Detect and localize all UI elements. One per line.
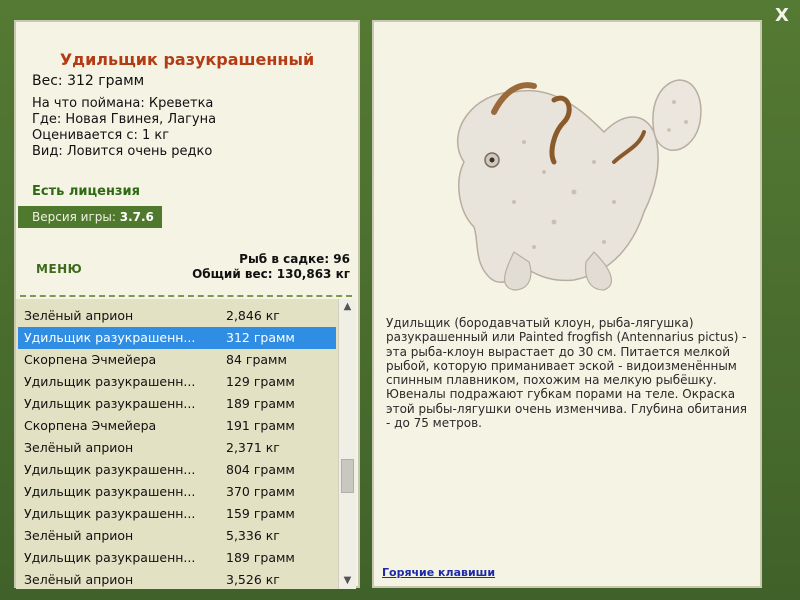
fish-title: Удильщик разукрашенный xyxy=(59,50,315,69)
catch-list-row[interactable]: Удильщик разукрашенн... 189 грамм xyxy=(18,393,336,415)
catch-list-scrollbar[interactable]: ▲ ▼ xyxy=(338,299,356,589)
catch-list-row[interactable]: Зелёный априон 3,526 кг xyxy=(18,569,336,589)
chevron-up-icon[interactable]: ▲ xyxy=(339,299,356,315)
catch-fish-weight: 2,846 кг xyxy=(226,308,280,323)
catch-list-row[interactable]: Скорпена Эчмейера 84 грамм xyxy=(18,349,336,371)
catch-list-row[interactable]: Удильщик разукрашенн... 159 грамм xyxy=(18,503,336,525)
catch-list-row[interactable]: Удильщик разукрашенн... 804 грамм xyxy=(18,459,336,481)
catch-list-row[interactable]: Удильщик разукрашенн... 189 грамм xyxy=(18,547,336,569)
catch-fish-weight: 84 грамм xyxy=(226,352,287,367)
fish-info-panel: Удильщик разукрашенный Вес: 312 грамм На… xyxy=(14,20,360,589)
fish-count: Рыб в садке: 96 xyxy=(239,252,350,266)
catch-list[interactable]: Зелёный априон 2,846 кг Удильщик разукраше… xyxy=(16,299,338,589)
fish-rarity: Вид: Ловится очень редко xyxy=(32,144,213,159)
fish-bait: На что поймана: Креветка xyxy=(32,96,214,111)
catch-fish-weight: 189 грамм xyxy=(226,396,295,411)
hotkeys-link[interactable]: Горячие клавиши xyxy=(382,566,495,579)
version-label: Версия игры: xyxy=(32,210,120,224)
chevron-down-icon[interactable]: ▼ xyxy=(339,573,356,589)
catch-fish-name: Скорпена Эчмейера xyxy=(24,418,157,433)
catch-fish-name: Зелёный априон xyxy=(24,572,134,587)
scrollbar-thumb[interactable] xyxy=(341,459,354,493)
catch-fish-weight: 370 грамм xyxy=(226,484,295,499)
fish-weight: Вес: 312 грамм xyxy=(32,73,145,89)
catch-list-row[interactable]: Зелёный априон 5,336 кг xyxy=(18,525,336,547)
catch-fish-weight: 191 грамм xyxy=(226,418,295,433)
fish-image xyxy=(457,79,702,291)
close-icon[interactable]: X xyxy=(775,5,789,26)
total-weight: Общий вес: 130,863 кг xyxy=(192,267,350,281)
fish-location: Где: Новая Гвинея, Лагуна xyxy=(32,112,217,127)
fish-description: Удильщик (бородавчатый клоун, рыба-лягуш… xyxy=(386,316,747,431)
fish-description-panel: Удильщик (бородавчатый клоун, рыба-лягуш… xyxy=(372,20,762,588)
catch-fish-name: Удильщик разукрашенн... xyxy=(24,462,196,477)
catch-fish-weight: 159 грамм xyxy=(226,506,295,521)
catch-fish-name: Зелёный априон xyxy=(24,308,134,323)
version-bar: Версия игры: 3.7.6 xyxy=(18,206,162,228)
menu-button[interactable]: МЕНЮ xyxy=(36,262,82,276)
divider xyxy=(20,295,352,297)
catch-fish-name: Удильщик разукрашенн... xyxy=(24,330,196,345)
catch-list-row[interactable]: Удильщик разукрашенн... 129 грамм xyxy=(18,371,336,393)
catch-stats: Рыб в садке: 96 Общий вес: 130,863 кг xyxy=(192,252,350,282)
fish-details: Удильщик разукрашенный Вес: 312 грамм На… xyxy=(16,22,358,292)
catch-fish-name: Удильщик разукрашенн... xyxy=(24,396,196,411)
catch-fish-name: Удильщик разукрашенн... xyxy=(24,550,196,565)
catch-fish-weight: 5,336 кг xyxy=(226,528,280,543)
catch-fish-weight: 189 грамм xyxy=(226,550,295,565)
catch-fish-weight: 312 грамм xyxy=(226,330,295,345)
catch-list-row[interactable]: Зелёный априон 2,371 кг xyxy=(18,437,336,459)
catch-fish-name: Удильщик разукрашенн... xyxy=(24,484,196,499)
catch-list-row[interactable]: Скорпена Эчмейера 191 грамм xyxy=(18,415,336,437)
catch-fish-weight: 804 грамм xyxy=(226,462,295,477)
catch-fish-name: Скорпена Эчмейера xyxy=(24,352,157,367)
fish-rated-from: Оценивается с: 1 кг xyxy=(32,128,170,143)
catch-fish-weight: 129 грамм xyxy=(226,374,295,389)
license-status: Есть лицензия xyxy=(32,184,140,199)
catch-fish-name: Зелёный априон xyxy=(24,528,134,543)
catch-fish-name: Удильщик разукрашенн... xyxy=(24,506,196,521)
catch-fish-name: Зелёный априон xyxy=(24,440,134,455)
catch-fish-name: Удильщик разукрашенн... xyxy=(24,374,196,389)
catch-list-row[interactable]: Удильщик разукрашенн... 370 грамм xyxy=(18,481,336,503)
catch-fish-weight: 2,371 кг xyxy=(226,440,280,455)
close-button[interactable]: X xyxy=(770,4,794,28)
catch-list-row[interactable]: Удильщик разукрашенн... 312 грамм xyxy=(18,327,336,349)
catch-fish-weight: 3,526 кг xyxy=(226,572,280,587)
catch-list-row[interactable]: Зелёный априон 2,846 кг xyxy=(18,305,336,327)
version-value: 3.7.6 xyxy=(119,210,154,224)
